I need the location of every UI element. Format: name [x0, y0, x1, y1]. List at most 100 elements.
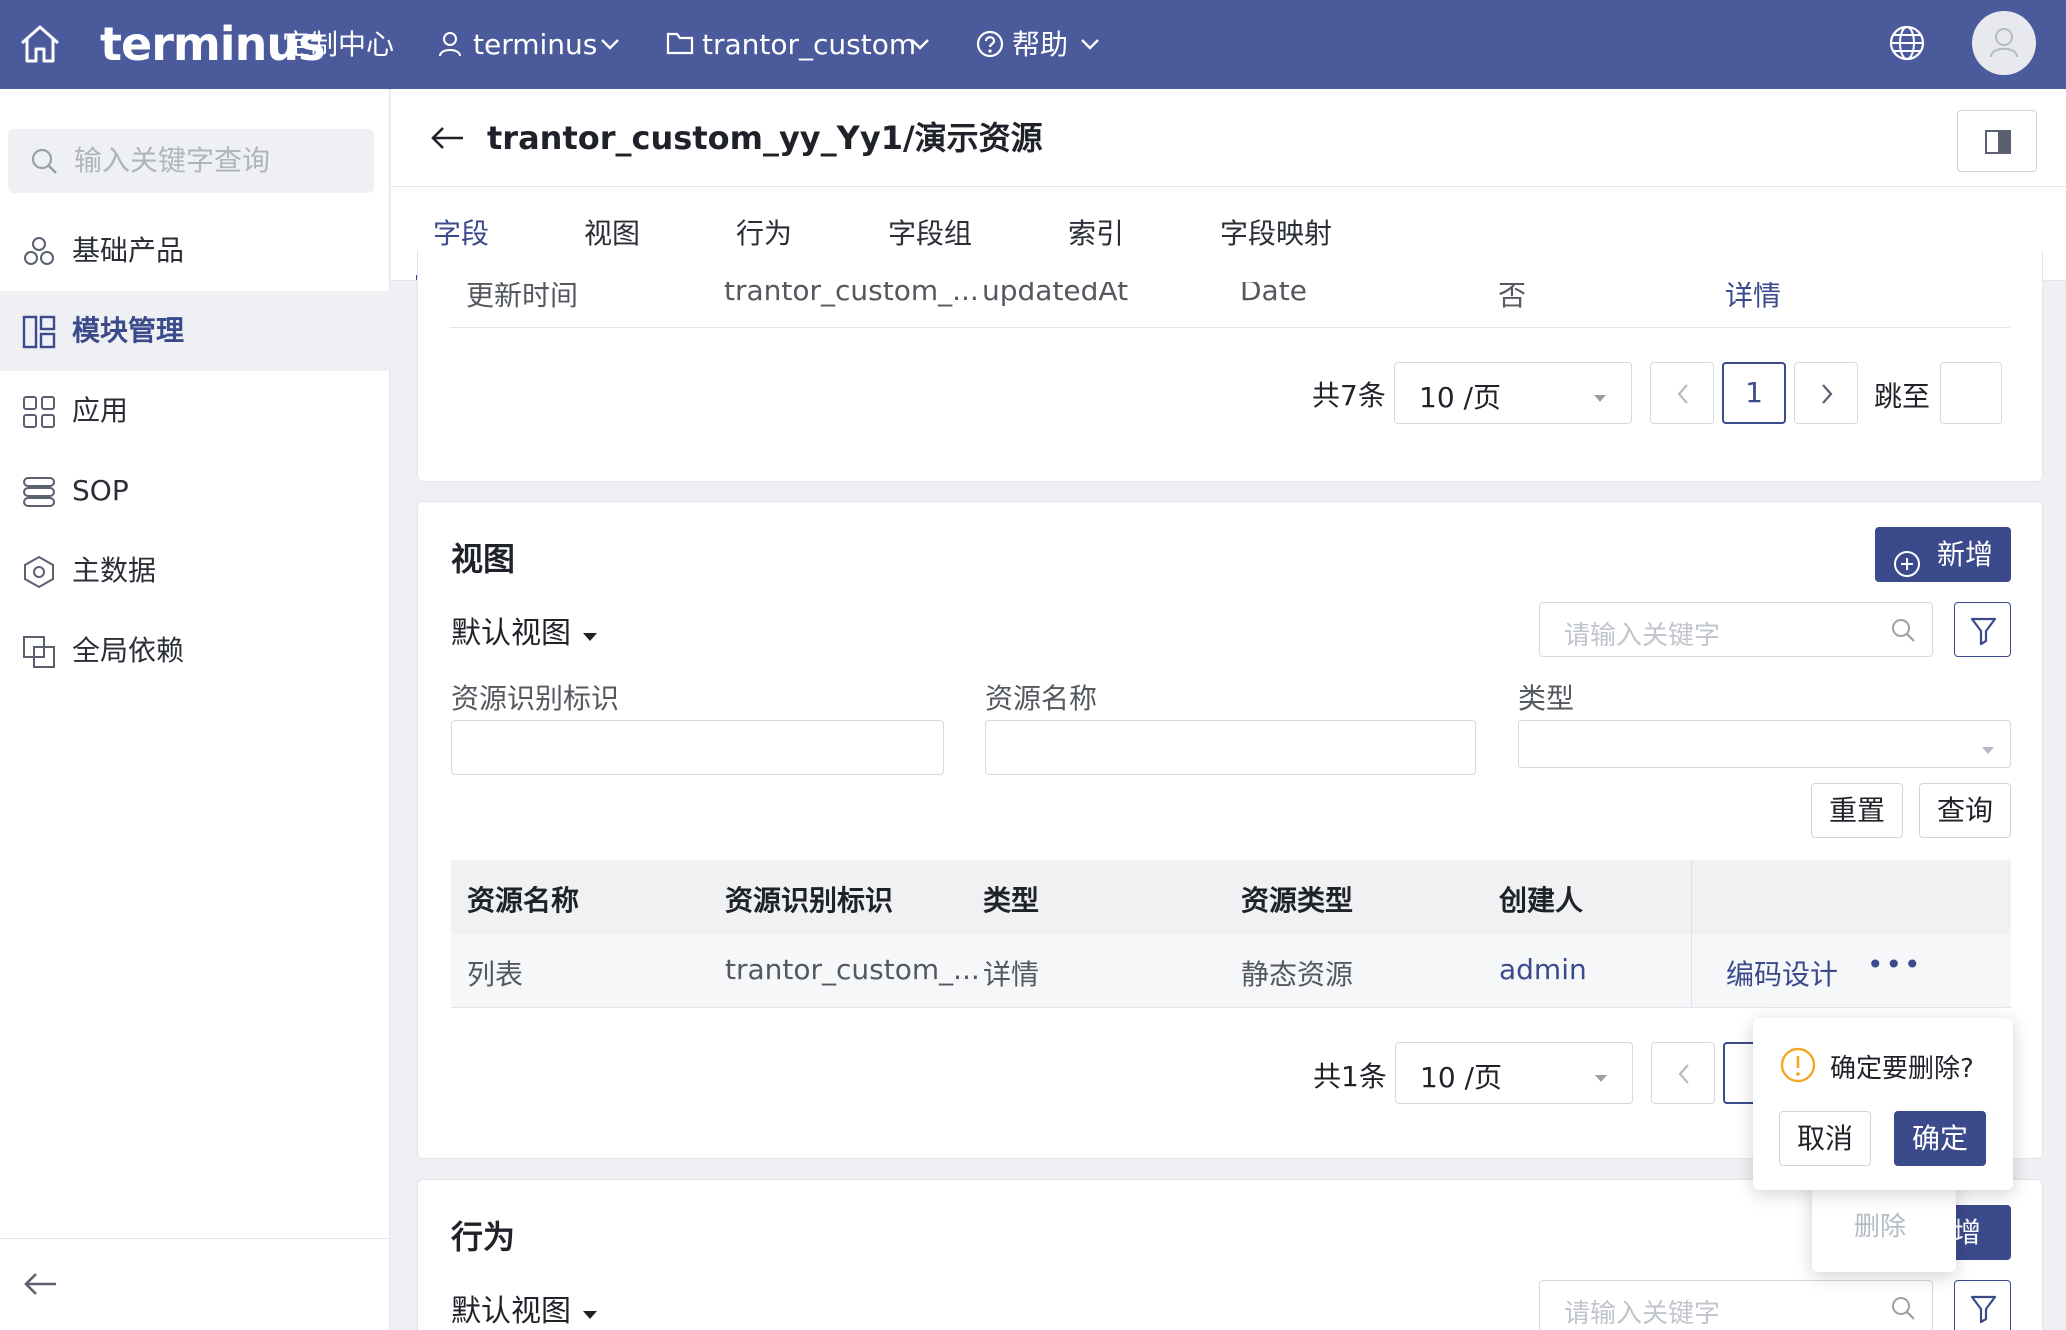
filter-type-select[interactable] [1518, 720, 2011, 768]
column-header: 类型 [983, 884, 1040, 917]
add-label: 增 [1953, 1216, 1982, 1249]
views-table-header: 资源名称 资源识别标识 类型 资源类型 创建人 [451, 860, 2011, 934]
warning-icon [1779, 1046, 1817, 1088]
user-menu[interactable]: terminus [473, 0, 597, 89]
cancel-label: 取消 [1796, 1122, 1853, 1155]
toggle-panel-button[interactable] [1957, 110, 2037, 172]
more-actions-button[interactable]: ••• [1867, 948, 1923, 981]
home-icon[interactable] [18, 22, 62, 70]
table-row: 列表 trantor_custom_... 详情 静态资源 admin 编码设计… [451, 934, 2011, 1008]
pagination-total: 共7条 [1312, 379, 1386, 412]
filter-button[interactable] [1954, 1280, 2011, 1330]
filter-button[interactable] [1954, 602, 2011, 657]
chevron-left-icon [1678, 1064, 1689, 1084]
page-title: trantor_custom_yy_Yy1/演示资源 [487, 119, 1043, 157]
cell-type: 详情 [983, 958, 1040, 991]
fields-last-row: 更新时间 trantor_custom_... updatedAt Date 否… [450, 282, 2010, 328]
code-design-link[interactable]: 编码设计 [1726, 953, 1838, 993]
plus-circle-icon [1893, 541, 1921, 596]
search-placeholder: 请输入关键字 [1564, 621, 1721, 651]
sidebar-item-label: 主数据 [72, 554, 157, 587]
add-view-button[interactable]: 新增 [1875, 527, 2011, 582]
views-search-input[interactable]: 请输入关键字 [1539, 602, 1933, 657]
field-detail-link[interactable]: 详情 [1725, 282, 1781, 314]
page-size-select[interactable]: 10 /页 [1395, 1042, 1633, 1104]
chevron-down-icon [600, 36, 620, 55]
caret-down-icon [1593, 389, 1607, 408]
sidebar-footer [0, 1238, 390, 1330]
globe-icon[interactable] [1888, 24, 1926, 66]
confirm-label: 确定 [1911, 1122, 1968, 1155]
folder-icon [666, 30, 694, 60]
cell-field-type: Date [1240, 282, 1307, 307]
chevron-down-icon [910, 36, 930, 55]
sidebar-item-label: 模块管理 [72, 314, 185, 347]
default-view-dropdown[interactable]: 默认视图 [451, 1286, 598, 1329]
products-icon [24, 237, 54, 265]
apps-icon [23, 396, 55, 428]
pagination-total: 共1条 [1313, 1060, 1387, 1093]
page-size-select[interactable]: 10 /页 [1394, 362, 1632, 424]
filter-label-type: 类型 [1518, 682, 1575, 715]
module-icon [22, 315, 56, 349]
next-page-button[interactable] [1794, 362, 1858, 424]
cell-resource-type: 静态资源 [1241, 958, 1354, 991]
chevron-right-icon [1822, 384, 1833, 404]
creator-link[interactable]: admin [1499, 953, 1587, 986]
fixed-column-divider [1691, 934, 1692, 1008]
page-1-button[interactable]: 1 [1722, 362, 1786, 424]
behaviors-section-title: 行为 [451, 1218, 516, 1256]
search-icon [1890, 617, 1916, 647]
cell-resource-name: 列表 [467, 958, 524, 991]
project-menu[interactable]: trantor_custom [702, 0, 916, 89]
fixed-column-divider [1691, 860, 1692, 934]
sidebar-item-modules[interactable]: 模块管理 [0, 291, 390, 371]
caret-down-icon [583, 1311, 598, 1319]
sidebar: 输入关键字查询 基础产品 模块管理 应用 SOP 主数据 全局依赖 [0, 89, 390, 1330]
query-label: 查询 [1936, 794, 1993, 827]
cell-field-alias: updatedAt [982, 282, 1129, 307]
behaviors-card: 行为 增 默认视图 请输入关键字 [417, 1179, 2043, 1330]
avatar[interactable] [1972, 11, 2036, 75]
delete-menu-item[interactable]: 删除 [1854, 1206, 1906, 1243]
confirm-message: 确定要删除? [1830, 1054, 1974, 1084]
back-arrow-icon[interactable] [429, 125, 465, 155]
side-panel-icon [1985, 130, 2011, 154]
filter-icon [1970, 617, 1997, 646]
sidebar-item-products[interactable]: 基础产品 [0, 211, 390, 291]
cell-field-name: 更新时间 [466, 282, 579, 312]
prev-page-button[interactable] [1651, 1042, 1715, 1104]
filter-label-key: 资源识别标识 [451, 682, 620, 715]
sidebar-item-dependencies[interactable]: 全局依赖 [0, 611, 390, 691]
page-header: trantor_custom_yy_Yy1/演示资源 [391, 89, 2066, 187]
query-button[interactable]: 查询 [1919, 783, 2011, 838]
column-header: 资源识别标识 [725, 884, 894, 917]
filter-key-input[interactable] [451, 720, 944, 775]
default-view-label: 默认视图 [451, 616, 571, 651]
brand-suffix: 定制中心 [282, 28, 395, 61]
default-view-label: 默认视图 [451, 1294, 571, 1329]
jump-to-input[interactable] [1940, 362, 2002, 424]
page-size-value: 10 /页 [1419, 381, 1501, 414]
default-view-dropdown[interactable]: 默认视图 [451, 608, 598, 651]
filter-name-input[interactable] [985, 720, 1476, 775]
confirm-button[interactable]: 确定 [1894, 1111, 1986, 1166]
sidebar-item-sop[interactable]: SOP [0, 451, 390, 531]
help-menu[interactable]: 帮助 [1012, 0, 1068, 89]
filter-label-name: 资源名称 [985, 682, 1098, 715]
master-data-icon [24, 555, 54, 589]
filter-icon [1970, 1295, 1997, 1324]
more-actions-menu: 删除 [1812, 1184, 1956, 1272]
sidebar-item-master-data[interactable]: 主数据 [0, 531, 390, 611]
add-label: 新增 [1937, 538, 1994, 571]
sidebar-search[interactable]: 输入关键字查询 [8, 129, 374, 193]
sidebar-item-apps[interactable]: 应用 [0, 371, 390, 451]
cancel-button[interactable]: 取消 [1779, 1111, 1871, 1166]
sidebar-item-label: SOP [72, 474, 129, 507]
top-navbar: terminus 定制中心 terminus trantor_custom 帮助 [0, 0, 2066, 89]
help-circle-icon [976, 30, 1004, 62]
collapse-sidebar-icon[interactable] [22, 1271, 58, 1301]
behaviors-search-input[interactable]: 请输入关键字 [1539, 1280, 1933, 1330]
prev-page-button[interactable] [1650, 362, 1714, 424]
reset-button[interactable]: 重置 [1811, 783, 1903, 838]
